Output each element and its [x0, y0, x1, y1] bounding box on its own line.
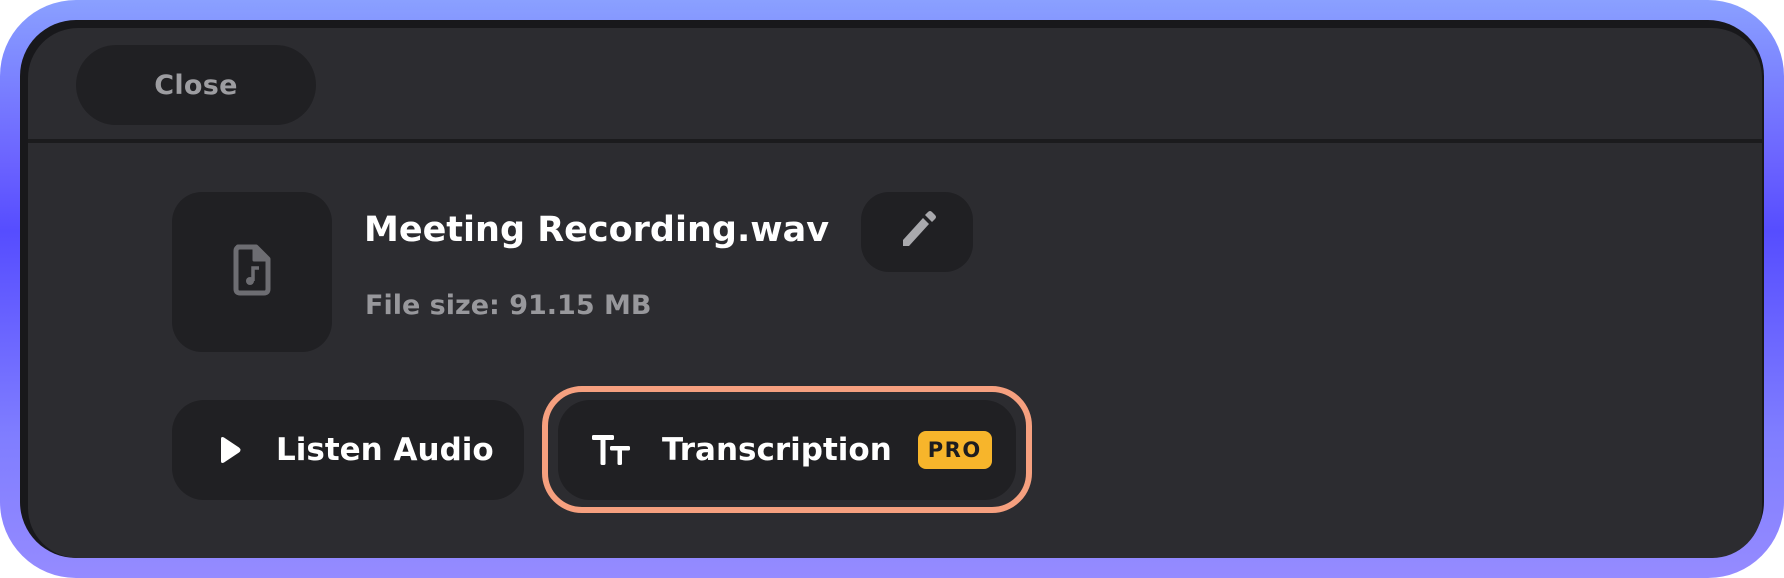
file-name: Meeting Recording.wav	[364, 210, 830, 250]
file-details-panel: Close Meeting Recording.wav File size: 9…	[28, 28, 1762, 558]
close-button[interactable]: Close	[76, 45, 316, 125]
file-thumbnail	[172, 192, 332, 352]
text-size-icon	[592, 433, 636, 467]
play-icon	[218, 435, 246, 465]
listen-audio-label: Listen Audio	[276, 432, 494, 468]
header-divider	[28, 139, 1762, 143]
rename-button[interactable]	[861, 192, 973, 272]
pro-badge: PRO	[917, 431, 992, 469]
listen-audio-button[interactable]: Listen Audio	[172, 400, 524, 500]
file-size: File size: 91.15 MB	[365, 290, 652, 321]
transcription-label: Transcription	[662, 432, 892, 468]
audio-file-icon	[232, 244, 272, 300]
pencil-icon	[895, 208, 939, 256]
transcription-button[interactable]: Transcription PRO	[558, 400, 1016, 500]
